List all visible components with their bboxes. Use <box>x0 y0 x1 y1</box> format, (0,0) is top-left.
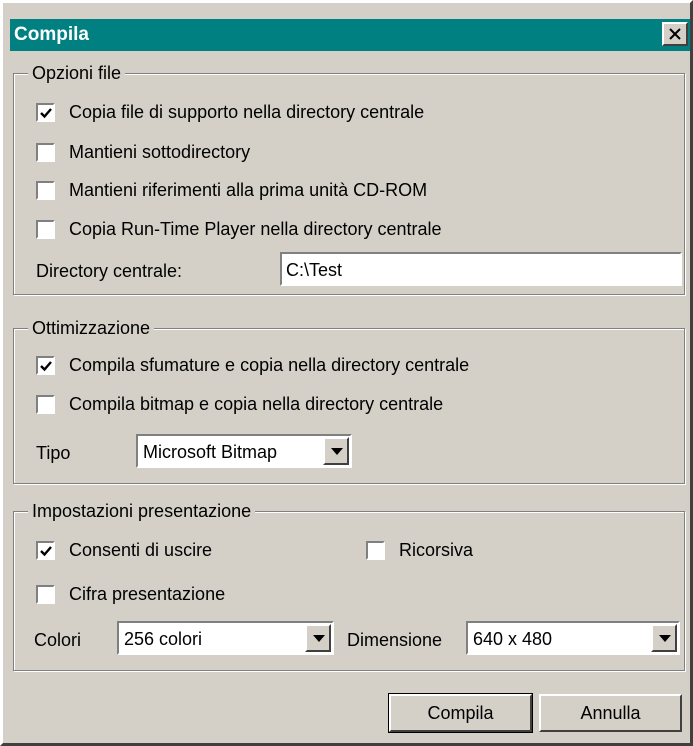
optimization-group: Ottimizzazione Compila sfumature e copia… <box>13 317 685 484</box>
file-options-group: Opzioni file Copia file di supporto nell… <box>13 62 685 295</box>
chevron-down-icon <box>331 448 343 455</box>
presentation-settings-legend: Impostazioni presentazione <box>28 500 256 522</box>
allow-exit-checkbox[interactable]: Consenti di uscire <box>35 540 213 561</box>
checkbox-label: Ricorsiva <box>399 540 474 560</box>
checkmark-icon <box>40 108 52 119</box>
checkbox-box[interactable] <box>35 355 56 376</box>
checkbox-box[interactable] <box>365 540 386 561</box>
checkbox-label: Compila sfumature e copia nella director… <box>69 355 470 375</box>
close-icon <box>669 28 681 40</box>
checkbox-label: Compila bitmap e copia nella directory c… <box>69 394 444 414</box>
dropdown-button[interactable] <box>323 437 349 465</box>
copy-runtime-player-checkbox[interactable]: Copia Run-Time Player nella directory ce… <box>35 219 442 240</box>
chevron-down-icon <box>659 635 671 642</box>
size-selected-value: 640 x 480 <box>473 629 553 649</box>
size-label: Dimensione <box>347 630 443 650</box>
optimization-legend: Ottimizzazione <box>28 317 155 339</box>
title-bar[interactable]: Compila <box>10 19 690 51</box>
compile-button[interactable]: Compila <box>388 693 533 733</box>
type-label: Tipo <box>36 443 71 463</box>
window-title: Compila <box>14 24 89 45</box>
checkmark-icon <box>40 361 52 372</box>
dropdown-button[interactable] <box>651 624 677 652</box>
checkbox-label: Mantieni sottodirectory <box>69 142 251 162</box>
checkbox-label: Copia Run-Time Player nella directory ce… <box>69 219 442 239</box>
recursive-checkbox[interactable]: Ricorsiva <box>365 540 474 561</box>
presentation-settings-group: Impostazioni presentazione Consenti di u… <box>13 500 685 671</box>
compile-dialog: Compila Opzioni file Copia file di suppo… <box>0 0 693 746</box>
close-button[interactable] <box>662 22 688 46</box>
size-select[interactable]: 640 x 480 <box>466 621 680 655</box>
checkbox-label: Mantieni riferimenti alla prima unità CD… <box>69 180 428 200</box>
cancel-button[interactable]: Annulla <box>539 694 682 732</box>
checkbox-box[interactable] <box>35 584 56 605</box>
checkbox-box[interactable] <box>35 219 56 240</box>
colors-select[interactable]: 256 colori <box>117 621 334 655</box>
checkmark-icon <box>40 546 52 557</box>
compile-gradients-checkbox[interactable]: Compila sfumature e copia nella director… <box>35 355 470 376</box>
chevron-down-icon <box>313 635 325 642</box>
keep-cdrom-references-checkbox[interactable]: Mantieni riferimenti alla prima unità CD… <box>35 180 428 201</box>
checkbox-box[interactable] <box>35 540 56 561</box>
copy-support-files-checkbox[interactable]: Copia file di supporto nella directory c… <box>35 102 425 123</box>
compile-bitmaps-checkbox[interactable]: Compila bitmap e copia nella directory c… <box>35 394 444 415</box>
file-options-legend: Opzioni file <box>28 62 126 84</box>
central-directory-input[interactable]: C:\Test <box>280 252 682 286</box>
checkbox-label: Cifra presentazione <box>69 584 226 604</box>
checkbox-box[interactable] <box>35 180 56 201</box>
checkbox-label: Copia file di supporto nella directory c… <box>69 102 425 122</box>
checkbox-label: Consenti di uscire <box>69 540 213 560</box>
central-directory-label: Directory centrale: <box>36 261 183 281</box>
dropdown-button[interactable] <box>305 624 331 652</box>
keep-subdirectories-checkbox[interactable]: Mantieni sottodirectory <box>35 142 251 163</box>
encrypt-presentation-checkbox[interactable]: Cifra presentazione <box>35 584 226 605</box>
checkbox-box[interactable] <box>35 142 56 163</box>
colors-selected-value: 256 colori <box>124 629 203 649</box>
checkbox-box[interactable] <box>35 394 56 415</box>
checkbox-box[interactable] <box>35 102 56 123</box>
type-select[interactable]: Microsoft Bitmap <box>136 434 352 468</box>
type-selected-value: Microsoft Bitmap <box>143 442 278 462</box>
colors-label: Colori <box>34 630 82 650</box>
